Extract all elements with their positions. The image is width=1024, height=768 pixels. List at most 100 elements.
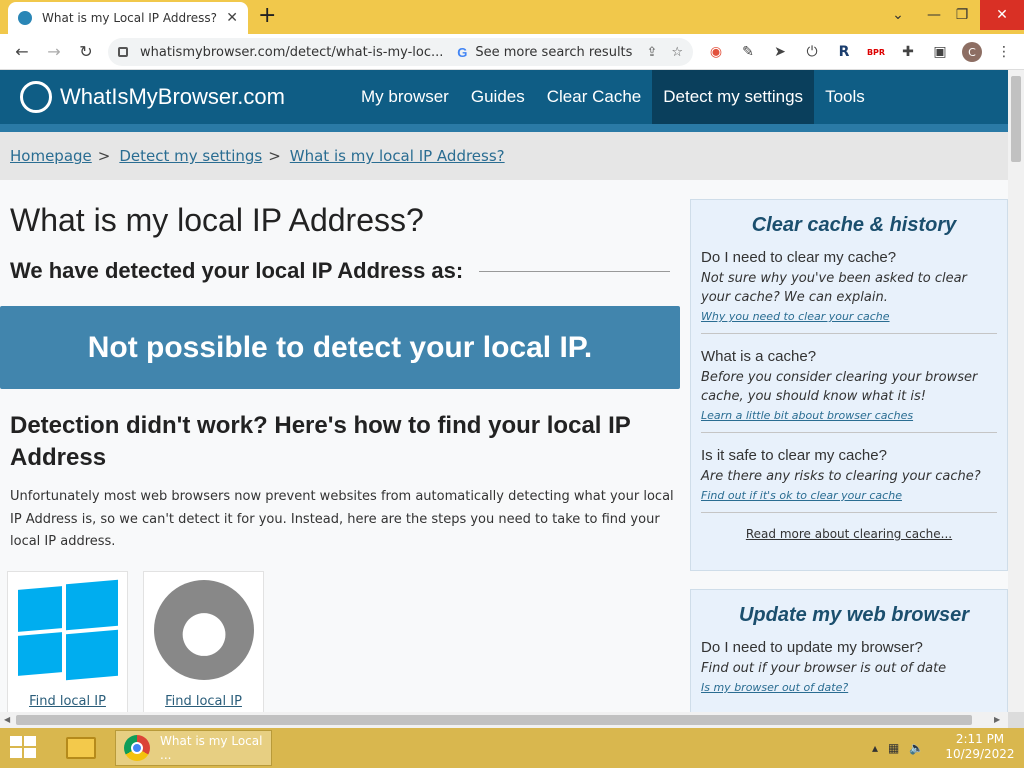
logo-text: WhatIsMyBrowser.com bbox=[60, 84, 285, 109]
nav-guides[interactable]: Guides bbox=[460, 70, 536, 124]
clock-date: 10/29/2022 bbox=[945, 747, 1015, 761]
windows-card[interactable]: Find local IP bbox=[7, 571, 128, 712]
logo-mark-icon bbox=[20, 81, 52, 113]
bookmark-star-icon[interactable]: ☆ bbox=[671, 45, 683, 60]
window-close-icon[interactable]: ✕ bbox=[980, 0, 1024, 30]
extension-r-icon[interactable]: R bbox=[828, 44, 860, 60]
search-results-chip[interactable]: G See more search results bbox=[457, 45, 632, 60]
detected-heading: We have detected your local IP Address a… bbox=[10, 258, 464, 283]
windows-find-ip-link[interactable]: Find local IP bbox=[8, 694, 127, 709]
reload-icon[interactable]: ↻ bbox=[70, 42, 102, 61]
extension-circle-icon[interactable]: ◉ bbox=[700, 44, 732, 60]
back-icon[interactable]: ← bbox=[6, 42, 38, 61]
taskbar: What is my Local ... ▴ ▦ 🔈 2:11 PM 10/29… bbox=[0, 728, 1024, 768]
browser-tab-strip: What is my Local IP Address? - W ✕ + ⌄ —… bbox=[0, 0, 1024, 34]
sidebar-answer: Not sure why you've been asked to clear … bbox=[701, 271, 967, 305]
sidebar-question: Is it safe to clear my cache? bbox=[701, 447, 887, 464]
browser-tab[interactable]: What is my Local IP Address? - W ✕ bbox=[8, 2, 248, 34]
site-favicon-icon bbox=[18, 11, 32, 25]
google-icon: G bbox=[457, 44, 468, 60]
nav-my-browser[interactable]: My browser bbox=[350, 70, 460, 124]
windows-logo-icon bbox=[18, 579, 118, 681]
detected-heading-row: We have detected your local IP Address a… bbox=[10, 258, 670, 284]
scroll-left-icon[interactable]: ◀ bbox=[4, 715, 10, 724]
howto-heading: Detection didn't work? Here's how to fin… bbox=[10, 412, 631, 471]
breadcrumb-detect-my-settings[interactable]: Detect my settings bbox=[119, 147, 262, 165]
menu-kebab-icon[interactable]: ⋮ bbox=[988, 44, 1020, 60]
horizontal-scrollbar[interactable]: ◀ ▶ bbox=[0, 712, 1008, 728]
power-icon[interactable]: ⏻ bbox=[796, 44, 828, 60]
tab-title: What is my Local IP Address? - W bbox=[42, 11, 220, 25]
nav-clear-cache[interactable]: Clear Cache bbox=[536, 70, 653, 124]
sidebar-link[interactable]: Learn a little bit about browser caches bbox=[701, 409, 997, 422]
clock-time: 2:11 PM bbox=[955, 732, 1005, 746]
address-bar[interactable]: whatismybrowser.com/detect/what-is-my-lo… bbox=[108, 38, 693, 66]
taskbar-chrome-app[interactable]: What is my Local ... bbox=[115, 730, 272, 766]
browser-toolbar: ← → ↻ whatismybrowser.com/detect/what-is… bbox=[0, 34, 1024, 70]
sidepanel-icon[interactable]: ▣ bbox=[924, 44, 956, 60]
tab-search-icon[interactable]: ⌄ bbox=[880, 0, 916, 30]
sidebar-item: Do I need to update my browser? Find out… bbox=[701, 639, 997, 704]
nav-detect-my-settings[interactable]: Detect my settings bbox=[652, 70, 815, 124]
vertical-scrollbar[interactable] bbox=[1008, 70, 1024, 712]
extension-red-icon[interactable]: BPR bbox=[860, 48, 892, 57]
horizontal-scroll-thumb[interactable] bbox=[16, 715, 972, 725]
profile-avatar[interactable]: C bbox=[956, 42, 988, 62]
mac-card[interactable]: ● Find local IP bbox=[143, 571, 264, 712]
scroll-corner bbox=[1008, 712, 1024, 728]
heading-divider bbox=[479, 270, 670, 272]
update-browser-title: Update my web browser bbox=[738, 604, 970, 626]
taskbar-app-label: What is my Local ... bbox=[160, 734, 263, 762]
breadcrumb-homepage[interactable]: Homepage bbox=[10, 147, 92, 165]
read-more-cache-link[interactable]: Read more about clearing cache... bbox=[701, 527, 997, 541]
new-tab-icon[interactable]: + bbox=[258, 5, 276, 27]
extensions-area: ◉ ✎ ➤ ⏻ R BPR ✚ ▣ C ⋮ bbox=[700, 34, 1020, 70]
nav-tools[interactable]: Tools bbox=[814, 70, 876, 124]
sidebar-question: Do I need to clear my cache? bbox=[701, 249, 897, 266]
chrome-icon bbox=[124, 735, 150, 761]
system-tray: ▴ ▦ 🔈 bbox=[872, 728, 934, 768]
sidebar-question: Do I need to update my browser? bbox=[701, 639, 923, 656]
taskbar-clock[interactable]: 2:11 PM 10/29/2022 bbox=[944, 732, 1016, 762]
mac-find-ip-link[interactable]: Find local IP bbox=[144, 694, 263, 709]
clear-cache-title: Clear cache & history bbox=[751, 214, 957, 236]
puzzle-icon[interactable]: ✚ bbox=[892, 44, 924, 60]
breadcrumb-current[interactable]: What is my local IP Address? bbox=[290, 147, 505, 165]
volume-icon[interactable]: 🔈 bbox=[909, 741, 924, 755]
breadcrumb: Homepage > Detect my settings > What is my… bbox=[0, 132, 1008, 180]
sidebar-answer: Find out if your browser is out of date bbox=[701, 661, 947, 676]
sidebar-answer: Are there any risks to clearing your cac… bbox=[701, 469, 981, 484]
sidebar-link[interactable]: Find out if it's ok to clear your cache bbox=[701, 489, 997, 502]
ip-result-box: Not possible to detect your local IP. bbox=[0, 306, 680, 389]
sidebar-item: Do I need to clear my cache? Not sure wh… bbox=[701, 249, 997, 334]
sidebar-answer: Before you consider clearing your browse… bbox=[701, 370, 978, 404]
main-nav: My browser Guides Clear Cache Detect my … bbox=[350, 70, 876, 124]
file-explorer-icon[interactable] bbox=[60, 732, 102, 764]
sidebar-link[interactable]: Is my browser out of date? bbox=[701, 681, 997, 694]
tray-expand-icon[interactable]: ▴ bbox=[872, 741, 878, 755]
close-tab-icon[interactable]: ✕ bbox=[226, 10, 238, 26]
apple-logo-icon: ● bbox=[154, 580, 254, 680]
howto-paragraph: Unfortunately most web browsers now prev… bbox=[10, 489, 674, 549]
sidebar-question: What is a cache? bbox=[701, 348, 817, 365]
network-icon[interactable]: ▦ bbox=[888, 741, 899, 755]
forward-icon[interactable]: → bbox=[38, 42, 70, 61]
cursor-icon[interactable]: ➤ bbox=[764, 44, 796, 60]
vertical-scroll-thumb[interactable] bbox=[1011, 76, 1021, 162]
page-title: What is my local IP Address? bbox=[10, 202, 424, 238]
scroll-right-icon[interactable]: ▶ bbox=[994, 715, 1000, 724]
site-logo[interactable]: WhatIsMyBrowser.com bbox=[20, 81, 285, 113]
clear-cache-sidebar: Clear cache & history Do I need to clear… bbox=[690, 199, 1008, 571]
eyedropper-icon[interactable]: ✎ bbox=[732, 44, 764, 60]
sidebar-item: Is it safe to clear my cache? Are there … bbox=[701, 447, 997, 513]
search-results-label: See more search results bbox=[475, 44, 633, 60]
url-text[interactable]: whatismybrowser.com/detect/what-is-my-lo… bbox=[140, 45, 451, 60]
lock-icon[interactable] bbox=[118, 47, 128, 57]
header-stripe bbox=[0, 124, 1008, 132]
start-windows-icon[interactable] bbox=[10, 736, 38, 760]
sidebar-item: What is a cache? Before you consider cle… bbox=[701, 348, 997, 433]
restore-icon[interactable]: ❐ bbox=[944, 0, 980, 30]
share-icon[interactable]: ⇪ bbox=[646, 45, 657, 60]
sidebar-link[interactable]: Why you need to clear your cache bbox=[701, 310, 997, 323]
site-header: WhatIsMyBrowser.com My browser Guides Cl… bbox=[0, 70, 1008, 124]
